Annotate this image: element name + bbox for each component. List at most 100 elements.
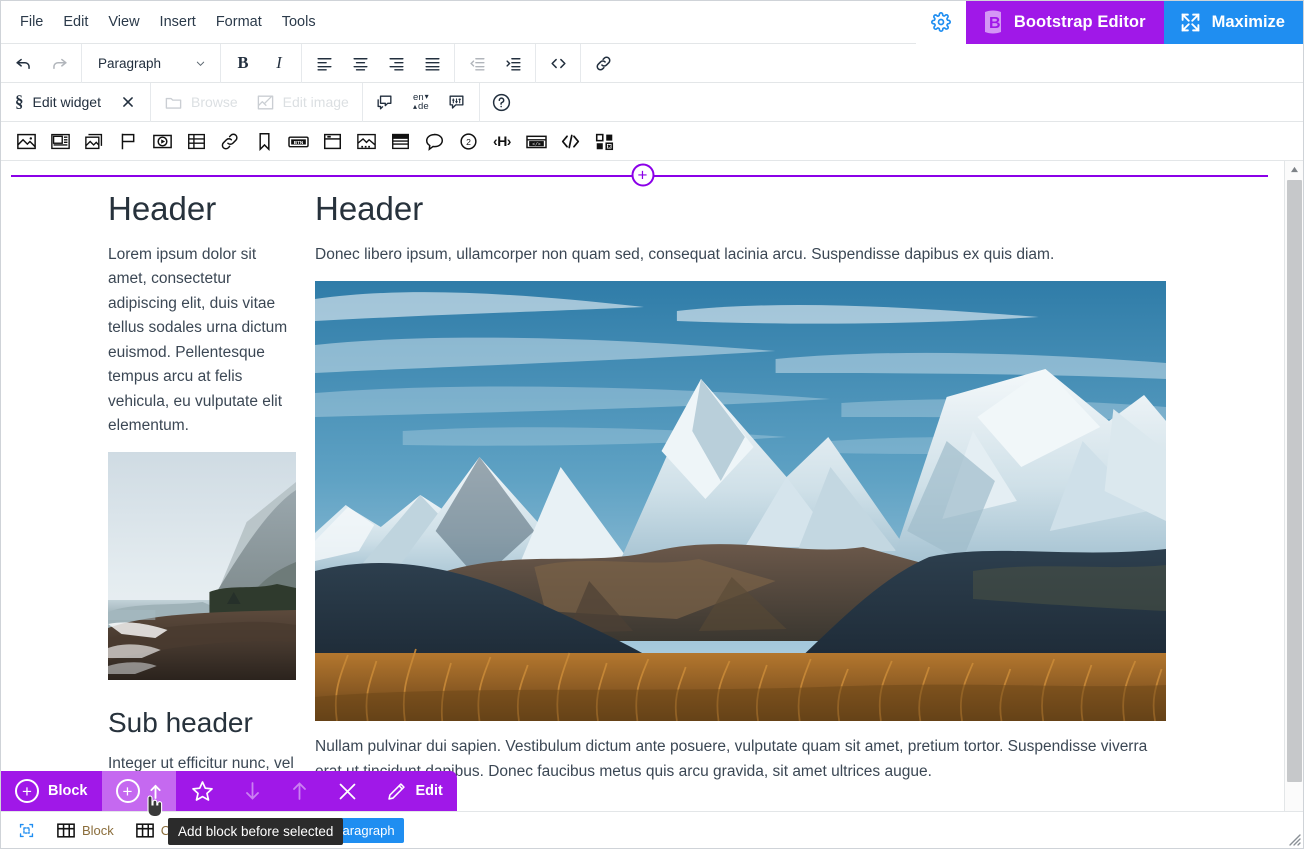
panel-icon [323,133,341,149]
style-group: Paragraph [82,44,220,82]
paragraph-style-value: Paragraph [98,55,162,71]
close-widget-button[interactable] [111,87,145,118]
insert-qr-grid-button[interactable] [588,126,620,157]
browse-button[interactable]: Browse [156,87,246,118]
bootstrap-editor-label: Bootstrap Editor [1013,12,1146,31]
settings-button[interactable] [915,1,966,44]
delete-block-button[interactable] [323,771,372,811]
insert-link-button[interactable] [586,48,620,79]
insert-code-window-button[interactable]: </> [520,126,552,157]
insert-block-button[interactable]: + [631,163,654,187]
insert-image-card-button[interactable] [350,126,382,157]
insert-block-plus-label: + [637,165,648,185]
section-sign-icon: § [15,92,24,111]
indent-button[interactable] [496,48,530,79]
insert-speech-bubble-button[interactable] [418,126,450,157]
code-window-icon: </> [525,135,547,148]
menubar-items: File Edit View Insert Format Tools [1,10,325,35]
insert-code-slash-button[interactable] [554,126,586,157]
translate-button[interactable]: en ▾ ▴ de [404,87,438,118]
edit-image-button[interactable]: Edit image [248,87,357,118]
insert-items: BTN 2 ‹H› </> [1,122,625,160]
maximize-button[interactable]: Maximize [1163,1,1303,44]
insert-image-text-button[interactable] [44,126,76,157]
circled-two-icon: 2 [459,132,477,150]
paragraph-style-select[interactable]: Paragraph [88,48,214,79]
comments-button[interactable] [368,87,402,118]
align-right-button[interactable] [379,48,413,79]
align-justify-button[interactable] [415,48,449,79]
redo-button[interactable] [42,48,76,79]
insert-accordion-button[interactable] [384,126,416,157]
move-block-up-button[interactable] [276,771,323,811]
close-icon [123,97,133,107]
insert-heading-tag-button[interactable]: ‹H› [486,126,518,157]
source-code-button[interactable] [541,48,575,79]
edit-widget-chip[interactable]: § Edit widget [5,87,110,118]
format-toolbar: Paragraph B I [1,43,1303,83]
insert-link-button-2[interactable] [214,126,246,157]
browse-label: Browse [190,94,238,110]
move-block-down-button[interactable] [229,771,276,811]
button-icon: BTN [287,135,309,147]
bold-button[interactable]: B [226,48,260,79]
italic-button[interactable]: I [262,48,296,79]
svg-text:2: 2 [466,136,471,146]
scroll-up-button[interactable] [1285,161,1304,178]
right-column[interactable]: Header Donec libero ipsum, ullamcorper n… [315,189,1266,848]
mountain-range-image[interactable] [315,281,1166,722]
insert-panel-button[interactable] [316,126,348,157]
insert-image-stack-button[interactable] [78,126,110,157]
plus-circle-icon: + [15,779,39,803]
favorite-block-button[interactable] [176,771,229,811]
scrollbar-track[interactable] [1285,178,1304,834]
left-column[interactable]: Header Lorem ipsum dolor sit amet, conse… [19,189,315,848]
vertical-scrollbar[interactable] [1284,161,1304,848]
menu-edit[interactable]: Edit [54,10,97,35]
breadcrumb-item-selection[interactable] [9,818,44,843]
insert-image-button[interactable] [10,126,42,157]
insert-button-button[interactable]: BTN [282,126,314,157]
menu-view[interactable]: View [99,10,148,35]
menu-file[interactable]: File [11,10,52,35]
svg-text:BTN: BTN [293,139,303,144]
insert-circled-two-button[interactable]: 2 [452,126,484,157]
undo-button[interactable] [6,48,40,79]
menubar-right: B Bootstrap Editor Maximize [915,1,1303,44]
menu-format[interactable]: Format [207,10,271,35]
resize-grip-icon[interactable] [1286,831,1302,847]
code-slash-icon [561,134,579,148]
link-icon [221,133,238,149]
history-group [1,44,81,82]
scrollbar-thumb[interactable] [1286,180,1302,782]
outdent-button[interactable] [460,48,494,79]
edit-block-button[interactable]: Edit [372,771,457,811]
triangle-up-icon [1290,166,1298,173]
help-group [480,83,524,121]
insert-video-button[interactable] [146,126,178,157]
tune-bubble-button[interactable] [440,87,474,118]
bootstrap-editor-button[interactable]: B Bootstrap Editor [965,1,1164,44]
help-button[interactable] [485,87,519,118]
align-left-button[interactable] [307,48,341,79]
insert-flag-button[interactable] [112,126,144,157]
menu-tools[interactable]: Tools [273,10,325,35]
menu-insert[interactable]: Insert [151,10,205,35]
align-center-button[interactable] [343,48,377,79]
add-block-button[interactable]: + Block [1,771,102,811]
maximize-icon [1181,13,1199,31]
align-left-icon [316,57,332,71]
bootstrap-b-icon: B [984,10,1001,34]
pencil-icon [387,782,405,800]
video-icon [152,134,172,148]
document-canvas[interactable]: + Header Lorem ipsum dolor sit amet, con… [1,161,1284,848]
italic-icon: I [276,53,282,72]
insert-table-button[interactable] [180,126,212,157]
heading-tag-icon: ‹H› [493,133,511,149]
breadcrumb-item-block[interactable]: Block [48,819,123,842]
widget-chip-group: § Edit widget [1,83,150,121]
add-block-before-button[interactable]: + [101,771,176,811]
left-paragraph: Lorem ipsum dolor sit amet, consectetur … [108,245,288,434]
insert-bookmark-button[interactable] [248,126,280,157]
coastal-beach-image[interactable] [108,452,296,681]
